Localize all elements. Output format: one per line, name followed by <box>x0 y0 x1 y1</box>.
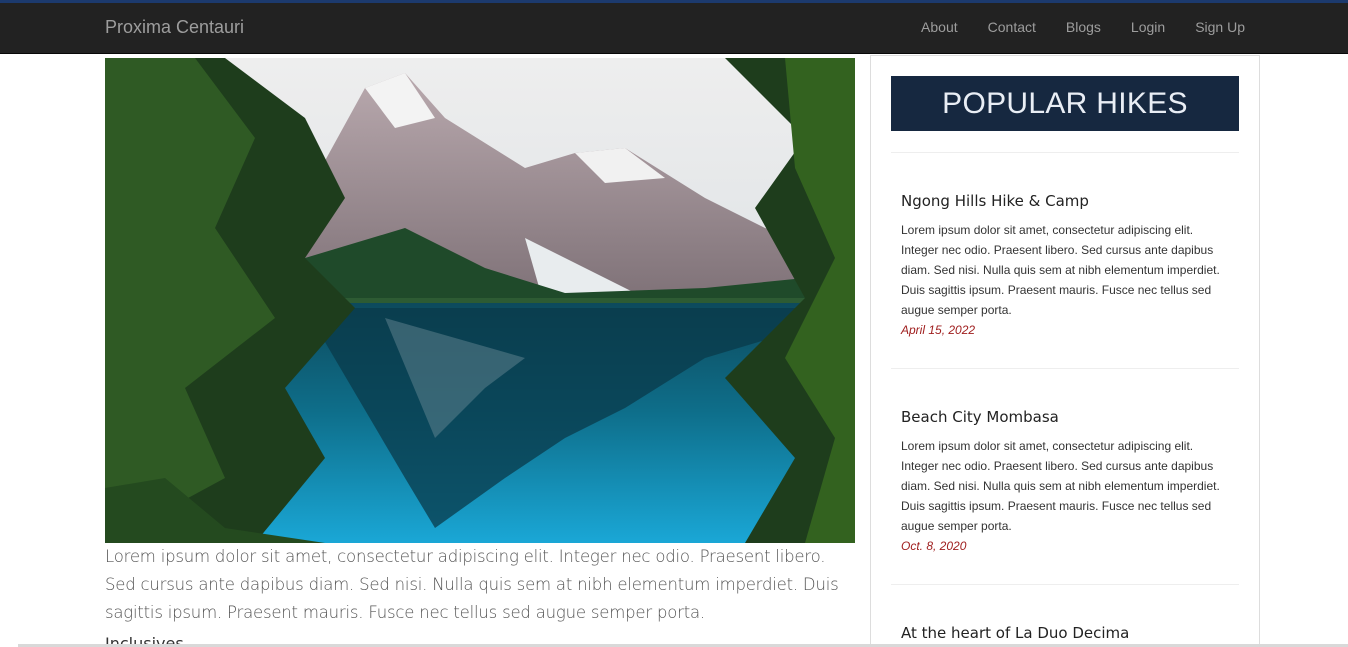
hike-title[interactable]: Ngong Hills Hike & Camp <box>901 192 1231 210</box>
brand-logo-text[interactable]: Proxima Centauri <box>105 17 244 38</box>
hike-title[interactable]: Beach City Mombasa <box>901 408 1231 426</box>
divider <box>891 152 1239 153</box>
hike-title[interactable]: At the heart of La Duo Decima <box>901 624 1231 642</box>
nav-links: About Contact Blogs Login Sign Up <box>891 19 1245 35</box>
nav-link-signup[interactable]: Sign Up <box>1195 19 1245 35</box>
hero-lake-image <box>105 58 855 543</box>
nav-link-login[interactable]: Login <box>1131 19 1165 35</box>
lake-mountain-illustration <box>105 58 855 543</box>
main-paragraph: Lorem ipsum dolor sit amet, consectetur … <box>105 547 839 622</box>
sidebar-title: POPULAR HIKES <box>891 76 1239 131</box>
hike-date: Oct. 8, 2020 <box>901 539 967 553</box>
nav-link-contact[interactable]: Contact <box>988 19 1036 35</box>
hike-item: Beach City Mombasa Lorem ipsum dolor sit… <box>901 408 1231 556</box>
nav-link-blogs[interactable]: Blogs <box>1066 19 1101 35</box>
hike-description: Lorem ipsum dolor sit amet, consectetur … <box>901 223 1220 317</box>
popular-hikes-sidebar: POPULAR HIKES Ngong Hills Hike & Camp Lo… <box>870 55 1260 647</box>
nav-link-about[interactable]: About <box>921 19 958 35</box>
hike-description: Lorem ipsum dolor sit amet, consectetur … <box>901 439 1220 533</box>
hike-item: At the heart of La Duo Decima <box>901 624 1231 642</box>
divider <box>891 584 1239 585</box>
top-navbar: Proxima Centauri About Contact Blogs Log… <box>0 0 1348 54</box>
divider <box>891 368 1239 369</box>
hike-date: April 15, 2022 <box>901 323 976 337</box>
hike-item: Ngong Hills Hike & Camp Lorem ipsum dolo… <box>901 192 1231 340</box>
